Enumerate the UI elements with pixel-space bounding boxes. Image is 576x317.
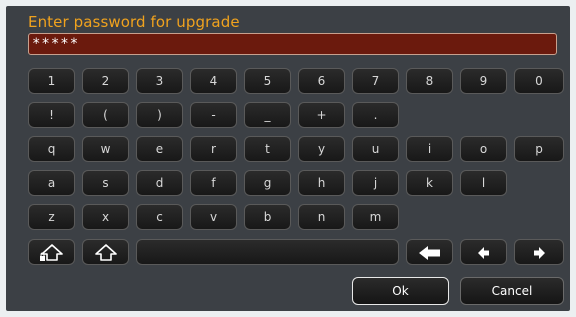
key-l[interactable]: l: [460, 170, 507, 196]
key-b[interactable]: b: [244, 204, 291, 230]
key-h[interactable]: h: [298, 170, 345, 196]
password-field[interactable]: *****: [28, 33, 557, 55]
key-8[interactable]: 8: [406, 68, 453, 94]
key-minus[interactable]: -: [190, 102, 237, 128]
key-y[interactable]: y: [298, 136, 345, 162]
key-z[interactable]: z: [28, 204, 75, 230]
key-e[interactable]: e: [136, 136, 183, 162]
key-n[interactable]: n: [298, 204, 345, 230]
cancel-button[interactable]: Cancel: [460, 277, 564, 305]
key-m[interactable]: m: [352, 204, 399, 230]
key-7[interactable]: 7: [352, 68, 399, 94]
key-o[interactable]: o: [460, 136, 507, 162]
key-k[interactable]: k: [406, 170, 453, 196]
key-plus[interactable]: +: [298, 102, 345, 128]
space-key[interactable]: [136, 239, 399, 265]
key-underscore[interactable]: _: [244, 102, 291, 128]
key-i[interactable]: i: [406, 136, 453, 162]
key-3[interactable]: 3: [136, 68, 183, 94]
key-2[interactable]: 2: [82, 68, 129, 94]
key-close-paren[interactable]: ): [136, 102, 183, 128]
caps-lock-key[interactable]: [28, 239, 75, 265]
caps-lock-icon: [29, 244, 74, 262]
key-g[interactable]: g: [244, 170, 291, 196]
key-t[interactable]: t: [244, 136, 291, 162]
key-w[interactable]: w: [82, 136, 129, 162]
key-p[interactable]: p: [514, 136, 564, 162]
key-exclamation[interactable]: !: [28, 102, 75, 128]
key-x[interactable]: x: [82, 204, 129, 230]
key-f[interactable]: f: [190, 170, 237, 196]
key-period[interactable]: .: [352, 102, 399, 128]
key-q[interactable]: q: [28, 136, 75, 162]
password-dialog: Enter password for upgrade ***** 1 2 3 4…: [6, 6, 570, 311]
key-a[interactable]: a: [28, 170, 75, 196]
key-s[interactable]: s: [82, 170, 129, 196]
arrow-left-icon: [461, 244, 506, 262]
key-c[interactable]: c: [136, 204, 183, 230]
backspace-key[interactable]: [406, 239, 453, 265]
key-9[interactable]: 9: [460, 68, 507, 94]
shift-key[interactable]: [82, 239, 129, 265]
key-5[interactable]: 5: [244, 68, 291, 94]
key-u[interactable]: u: [352, 136, 399, 162]
key-4[interactable]: 4: [190, 68, 237, 94]
key-1[interactable]: 1: [28, 68, 75, 94]
key-open-paren[interactable]: (: [82, 102, 129, 128]
shift-icon: [83, 244, 128, 262]
key-v[interactable]: v: [190, 204, 237, 230]
cursor-right-key[interactable]: [514, 239, 564, 265]
dialog-title: Enter password for upgrade: [28, 13, 240, 31]
arrow-right-icon: [515, 244, 563, 262]
cursor-left-key[interactable]: [460, 239, 507, 265]
key-r[interactable]: r: [190, 136, 237, 162]
key-j[interactable]: j: [352, 170, 399, 196]
ok-button[interactable]: Ok: [352, 277, 449, 305]
key-0[interactable]: 0: [514, 68, 564, 94]
key-d[interactable]: d: [136, 170, 183, 196]
backspace-icon: [407, 244, 452, 262]
key-6[interactable]: 6: [298, 68, 345, 94]
